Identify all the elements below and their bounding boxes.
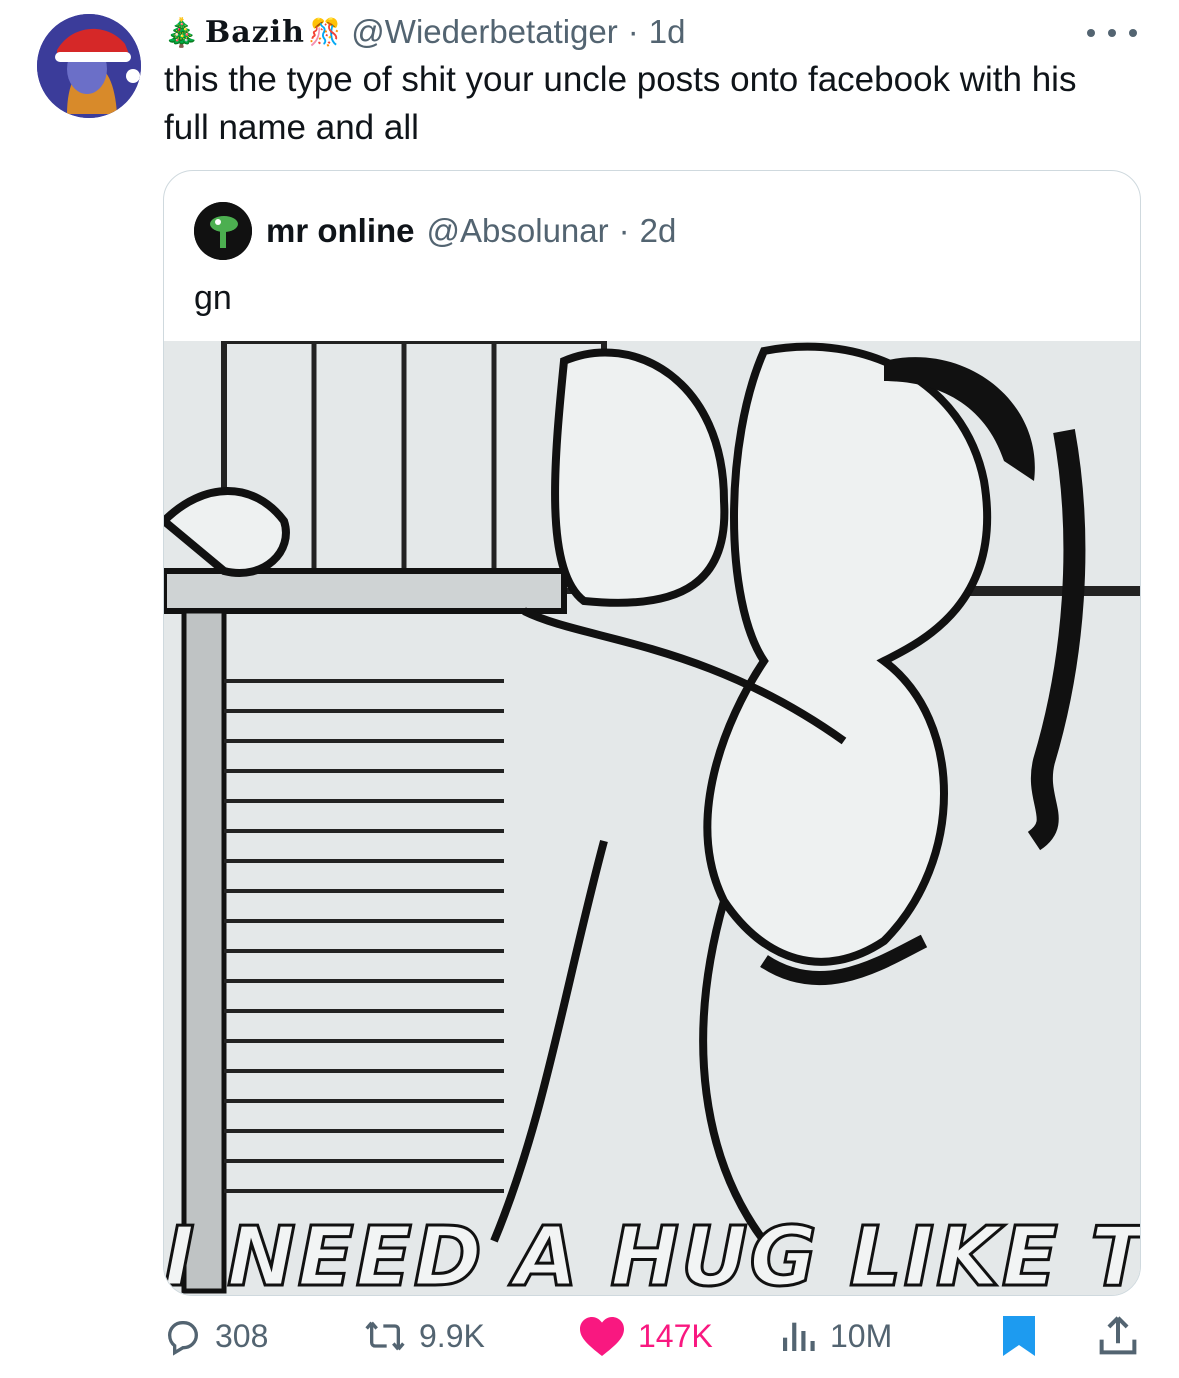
quoted-tweet[interactable]: mr online @Absolunar · 2d gn I NEED A HU…	[163, 170, 1141, 1296]
bookmark-icon	[1003, 1316, 1035, 1356]
tweet-text: this the type of shit your uncle posts o…	[164, 60, 1077, 147]
share-icon	[1099, 1316, 1137, 1355]
like-count: 147K	[638, 1317, 713, 1354]
quoted-display-name[interactable]: mr online	[266, 212, 415, 250]
tweet-time[interactable]: 1d	[649, 13, 686, 51]
quoted-handle[interactable]: @Absolunar	[427, 212, 609, 250]
more-icon[interactable]	[1087, 18, 1137, 48]
reply-icon	[167, 1321, 199, 1356]
quoted-avatar[interactable]	[194, 202, 252, 260]
views-icon	[783, 1322, 815, 1351]
quoted-image[interactable]: I NEED A HUG LIKE THIS!	[164, 341, 1140, 1296]
bookmark-button[interactable]	[1001, 1314, 1049, 1358]
views-button[interactable]: 10M	[778, 1316, 892, 1356]
author-avatar[interactable]	[37, 14, 141, 118]
confetti-icon: 🎊	[308, 16, 342, 47]
quoted-time[interactable]: 2d	[640, 212, 677, 250]
retweet-button[interactable]: 9.9K	[363, 1316, 485, 1356]
author-handle[interactable]: @Wiederbetatiger	[351, 13, 617, 51]
action-bar: 308 9.9K 147K 10M	[163, 1308, 1141, 1364]
like-button[interactable]: 147K	[578, 1314, 713, 1358]
retweet-icon	[365, 1321, 405, 1351]
author-display-name[interactable]: Bazih	[205, 15, 305, 50]
sketch-illustration	[164, 341, 1140, 1295]
image-caption: I NEED A HUG LIKE THIS!	[164, 1209, 1140, 1296]
reply-button[interactable]: 308	[163, 1316, 268, 1356]
tweet-header: 🎄 Bazih 🎊 @Wiederbetatiger · 1d	[164, 10, 685, 54]
retweet-count: 9.9K	[419, 1317, 485, 1354]
reply-count: 308	[215, 1317, 269, 1354]
quoted-text: gn	[194, 279, 232, 317]
share-button[interactable]	[1098, 1314, 1150, 1358]
separator-dot: ·	[627, 13, 639, 50]
view-count: 10M	[830, 1317, 893, 1354]
quoted-separator: ·	[618, 212, 630, 249]
quoted-header: mr online @Absolunar · 2d	[194, 201, 676, 261]
christmas-tree-icon: 🎄	[164, 16, 199, 48]
heart-icon	[580, 1317, 624, 1356]
